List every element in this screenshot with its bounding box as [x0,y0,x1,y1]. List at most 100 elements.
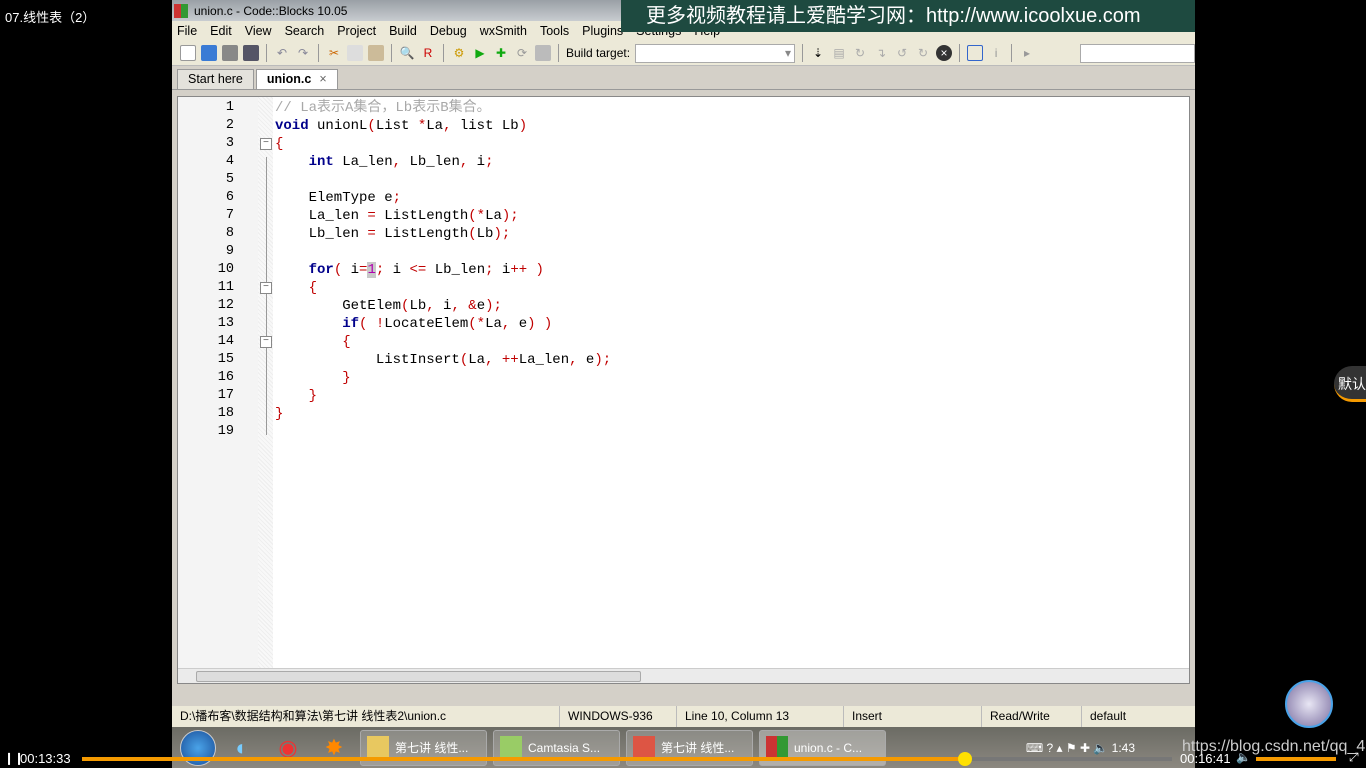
menu-plugins[interactable]: Plugins [582,24,623,38]
save-icon[interactable] [222,45,238,61]
code-line[interactable]: 8 Lb_len = ListLength(Lb); [178,225,1189,243]
code-line[interactable]: 16 } [178,369,1189,387]
video-controls: ❙❙ 00:13:33 00:16:41 🔈 ⤢ [0,748,1366,768]
code-text: } [275,405,283,423]
watermark-banner: 更多视频教程请上爱酷学习网：http://www.icoolxue.com [621,0,1195,32]
rebuild-icon[interactable]: ⟳ [514,45,530,61]
fullscreen-icon[interactable]: ⤢ [1349,750,1359,765]
code-token: La_len [275,208,368,224]
code-line[interactable]: 2 void unionL(List *La, list Lb) [178,117,1189,135]
toolbar-search-input[interactable] [1080,43,1195,63]
debug-icon[interactable]: ⇣ [810,45,826,61]
code-line[interactable]: 12 GetElem(Lb, i, &e); [178,297,1189,315]
volume-icon[interactable]: 🔈 [1236,750,1251,764]
seek-bar[interactable] [82,752,1172,766]
undo-icon[interactable]: ↶ [274,45,290,61]
menu-build[interactable]: Build [389,24,417,38]
code-line[interactable]: 14 − { [178,333,1189,351]
code-token: e [476,298,486,314]
code-line[interactable]: 10 for( i=1; i <= Lb_len; i++ ) [178,261,1189,279]
menu-wxsmith[interactable]: wxSmith [480,24,527,38]
menu-search[interactable]: Search [285,24,325,38]
code-line[interactable]: 6 ElemType e; [178,189,1189,207]
code-token: { [308,280,318,296]
code-token: = [367,208,376,224]
tab-union-c[interactable]: union.c × [255,69,338,89]
run-icon[interactable]: ▶ [472,45,488,61]
build-target-select[interactable] [635,43,796,63]
fold-toggle-icon[interactable]: − [260,138,272,150]
menu-view[interactable]: View [245,24,272,38]
copy-icon[interactable] [347,45,363,61]
find-icon[interactable]: 🔍 [399,45,415,61]
debug-window-icon[interactable]: ▤ [831,45,847,61]
cut-icon[interactable]: ✂ [326,45,342,61]
code-line[interactable]: 3 −{ [178,135,1189,153]
code-line[interactable]: 7 La_len = ListLength(*La); [178,207,1189,225]
save-all-icon[interactable] [243,45,259,61]
code-text: } [275,387,317,405]
line-number: 16 [217,370,234,385]
code-line[interactable]: 18} [178,405,1189,423]
status-insert-mode: Insert [844,706,982,727]
code-line[interactable]: 5 [178,171,1189,189]
code-token: Lb_len [275,226,368,242]
screen-capture: union.c - Code::Blocks 10.05 更多视频教程请上爱酷学… [172,0,1195,768]
info-icon[interactable]: i [988,45,1004,61]
build-run-icon[interactable]: ✚ [493,45,509,61]
abort-icon[interactable] [535,45,551,61]
code-line[interactable]: 17 } [178,387,1189,405]
menu-edit[interactable]: Edit [210,24,232,38]
code-line[interactable]: 15 ListInsert(La, ++La_len, e); [178,351,1189,369]
menu-file[interactable]: File [177,24,197,38]
code-token: Lb_len [401,154,460,170]
menu-tools[interactable]: Tools [540,24,569,38]
code-token: i [434,298,452,314]
code-text: // La表示A集合，Lb表示B集合。 [275,99,491,117]
new-file-icon[interactable] [180,45,196,61]
scrollbar-thumb[interactable] [196,671,641,682]
seek-handle[interactable] [957,752,972,766]
redo-icon[interactable]: ↷ [295,45,311,61]
tab-start-here[interactable]: Start here [177,69,254,89]
code-editor[interactable]: 1// La表示A集合，Lb表示B集合。 2 void unionL(List *L… [177,96,1190,684]
line-number: 17 [217,388,234,403]
codeblocks-icon [174,3,188,18]
window-icon[interactable] [967,45,984,61]
step-out-icon[interactable]: ↻ [915,45,931,61]
line-number: 5 [225,172,234,187]
code-line[interactable]: 4 int La_len, Lb_len, i; [178,153,1189,171]
fold-toggle-icon[interactable]: − [260,336,272,348]
line-number: 12 [217,298,234,313]
horizontal-scrollbar[interactable] [178,668,1189,683]
replace-icon[interactable]: R [420,45,436,61]
code-line[interactable]: 1 // La表示A集合，Lb表示B集合。 [178,99,1189,117]
paste-icon[interactable] [368,45,384,61]
line-number: 14 [217,334,234,349]
avatar[interactable] [1285,680,1333,728]
code-token: ; [392,190,402,206]
stop-debug-icon[interactable]: × [936,45,953,61]
code-line[interactable]: 11 − { [178,279,1189,297]
code-token: int [308,154,334,170]
quality-button[interactable]: 默认 [1334,366,1366,402]
code-line[interactable]: 19 [178,423,1189,441]
code-text: { [275,279,317,297]
line-number: 7 [225,208,234,223]
code-line[interactable]: 13 if( !LocateElem(*La, e) ) [178,315,1189,333]
jump-icon[interactable]: ▸ [1019,45,1035,61]
code-line[interactable]: 9 [178,243,1189,261]
menu-project[interactable]: Project [337,24,376,38]
volume-slider[interactable] [1256,757,1336,761]
code-token: { [275,136,284,152]
close-tab-icon[interactable]: × [319,72,326,86]
build-gear-icon[interactable]: ⚙ [451,45,467,61]
code-token: ListLength [375,226,469,242]
step-over-icon[interactable]: ↺ [894,45,910,61]
menu-debug[interactable]: Debug [430,24,467,38]
next-line-icon[interactable]: ↴ [873,45,889,61]
fold-toggle-icon[interactable]: − [260,282,272,294]
step-into-icon[interactable]: ↻ [852,45,868,61]
open-icon[interactable] [201,45,217,61]
